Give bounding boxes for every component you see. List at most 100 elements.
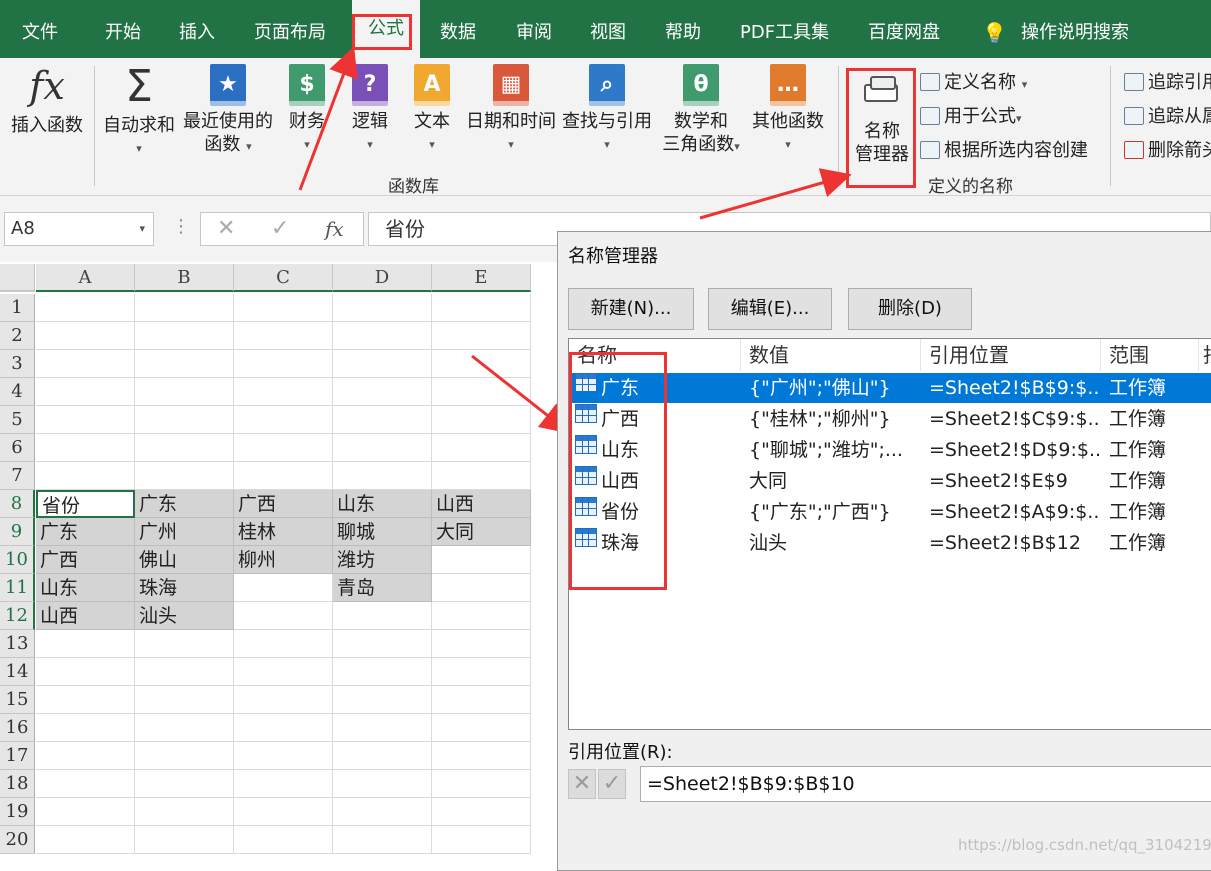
cell-e3[interactable] [432,350,531,378]
tab-page-layout[interactable]: 页面布局 [254,0,326,58]
column-header-b[interactable]: B [135,264,234,292]
cell-a2[interactable] [36,322,135,350]
cell-b4[interactable] [135,378,234,406]
enter-icon[interactable]: ✓ [271,213,289,245]
cell-c2[interactable] [234,322,333,350]
cell-b15[interactable] [135,686,234,714]
col-header-value[interactable]: 数值 [741,339,921,371]
cell-d4[interactable] [333,378,432,406]
cell-b3[interactable] [135,350,234,378]
cell-a9[interactable]: 广东 [36,518,135,546]
col-header-refers-to[interactable]: 引用位置 [921,339,1101,371]
cell-a5[interactable] [36,406,135,434]
cell-a14[interactable] [36,658,135,686]
row-header-3[interactable]: 3 [0,350,35,378]
cell-a1[interactable] [36,294,135,322]
cell-b9[interactable]: 广州 [135,518,234,546]
cell-e8[interactable]: 山西 [432,490,531,518]
cell-a17[interactable] [36,742,135,770]
row-header-10[interactable]: 10 [0,546,35,574]
cell-d7[interactable] [333,462,432,490]
cell-c16[interactable] [234,714,333,742]
row-header-8[interactable]: 8 [0,490,35,518]
cell-d2[interactable] [333,322,432,350]
cell-c6[interactable] [234,434,333,462]
cell-a7[interactable] [36,462,135,490]
use-in-formula-button[interactable]: 用于公式▾ [920,102,1022,128]
row-header-20[interactable]: 20 [0,826,35,854]
trace-precedents-button[interactable]: 追踪引用 [1124,68,1211,94]
tab-file[interactable]: 文件 [22,0,58,58]
cell-c4[interactable] [234,378,333,406]
row-header-13[interactable]: 13 [0,630,35,658]
cell-c14[interactable] [234,658,333,686]
row-header-12[interactable]: 12 [0,602,35,630]
financial-button[interactable]: $ 财务 ▾ [284,64,330,156]
refers-to-input[interactable]: =Sheet2!$B$9:$B$10 [640,766,1211,802]
row-header-11[interactable]: 11 [0,574,35,602]
cell-e2[interactable] [432,322,531,350]
logical-button[interactable]: ? 逻辑 ▾ [348,64,392,156]
row-header-15[interactable]: 15 [0,686,35,714]
cell-c17[interactable] [234,742,333,770]
row-header-7[interactable]: 7 [0,462,35,490]
cell-b19[interactable] [135,798,234,826]
cell-d11[interactable]: 青岛 [333,574,432,602]
cell-d14[interactable] [333,658,432,686]
cell-a16[interactable] [36,714,135,742]
autosum-button[interactable]: Σ 自动求和 ▾ [100,64,178,160]
cell-c5[interactable] [234,406,333,434]
column-header-d[interactable]: D [333,264,432,292]
cell-d19[interactable] [333,798,432,826]
cell-a11[interactable]: 山东 [36,574,135,602]
cell-c12[interactable] [234,602,333,630]
cell-e11[interactable] [432,574,531,602]
cell-b2[interactable] [135,322,234,350]
cell-c9[interactable]: 桂林 [234,518,333,546]
name-box[interactable]: A8 ▾ [4,212,154,246]
date-time-button[interactable]: ▦ 日期和时间 ▾ [464,64,558,156]
delete-button[interactable]: 删除(D) [848,288,972,330]
cancel-edit-icon[interactable]: ✕ [568,769,596,799]
cell-b13[interactable] [135,630,234,658]
cell-b10[interactable]: 佛山 [135,546,234,574]
tell-me-search[interactable]: 操作说明搜索 [1021,0,1129,58]
cell-d17[interactable] [333,742,432,770]
cell-e18[interactable] [432,770,531,798]
column-header-e[interactable]: E [432,264,531,292]
more-functions-button[interactable]: … 其他函数 ▾ [748,64,828,156]
cell-b12[interactable]: 汕头 [135,602,234,630]
cell-c1[interactable] [234,294,333,322]
cell-a20[interactable] [36,826,135,854]
cell-b6[interactable] [135,434,234,462]
remove-arrows-button[interactable]: 删除箭头 [1124,136,1211,162]
cell-d9[interactable]: 聊城 [333,518,432,546]
cell-e10[interactable] [432,546,531,574]
cell-c3[interactable] [234,350,333,378]
cell-a19[interactable] [36,798,135,826]
cell-d15[interactable] [333,686,432,714]
cell-d5[interactable] [333,406,432,434]
recently-used-button[interactable]: ★ 最近使用的 函数 ▾ [180,64,276,158]
cell-a18[interactable] [36,770,135,798]
row-header-16[interactable]: 16 [0,714,35,742]
column-header-c[interactable]: C [234,264,333,292]
row-header-2[interactable]: 2 [0,322,35,350]
cell-a10[interactable]: 广西 [36,546,135,574]
cell-c7[interactable] [234,462,333,490]
row-header-18[interactable]: 18 [0,770,35,798]
cell-e6[interactable] [432,434,531,462]
cell-d18[interactable] [333,770,432,798]
select-all-corner[interactable] [0,264,35,292]
lookup-reference-button[interactable]: ⌕ 查找与引用 ▾ [560,64,654,156]
tab-help[interactable]: 帮助 [665,0,701,58]
cell-d8[interactable]: 山东 [333,490,432,518]
confirm-edit-icon[interactable]: ✓ [598,769,626,799]
cell-e4[interactable] [432,378,531,406]
cell-e1[interactable] [432,294,531,322]
cell-d13[interactable] [333,630,432,658]
cell-e17[interactable] [432,742,531,770]
row-header-9[interactable]: 9 [0,518,35,546]
row-header-5[interactable]: 5 [0,406,35,434]
cell-e19[interactable] [432,798,531,826]
